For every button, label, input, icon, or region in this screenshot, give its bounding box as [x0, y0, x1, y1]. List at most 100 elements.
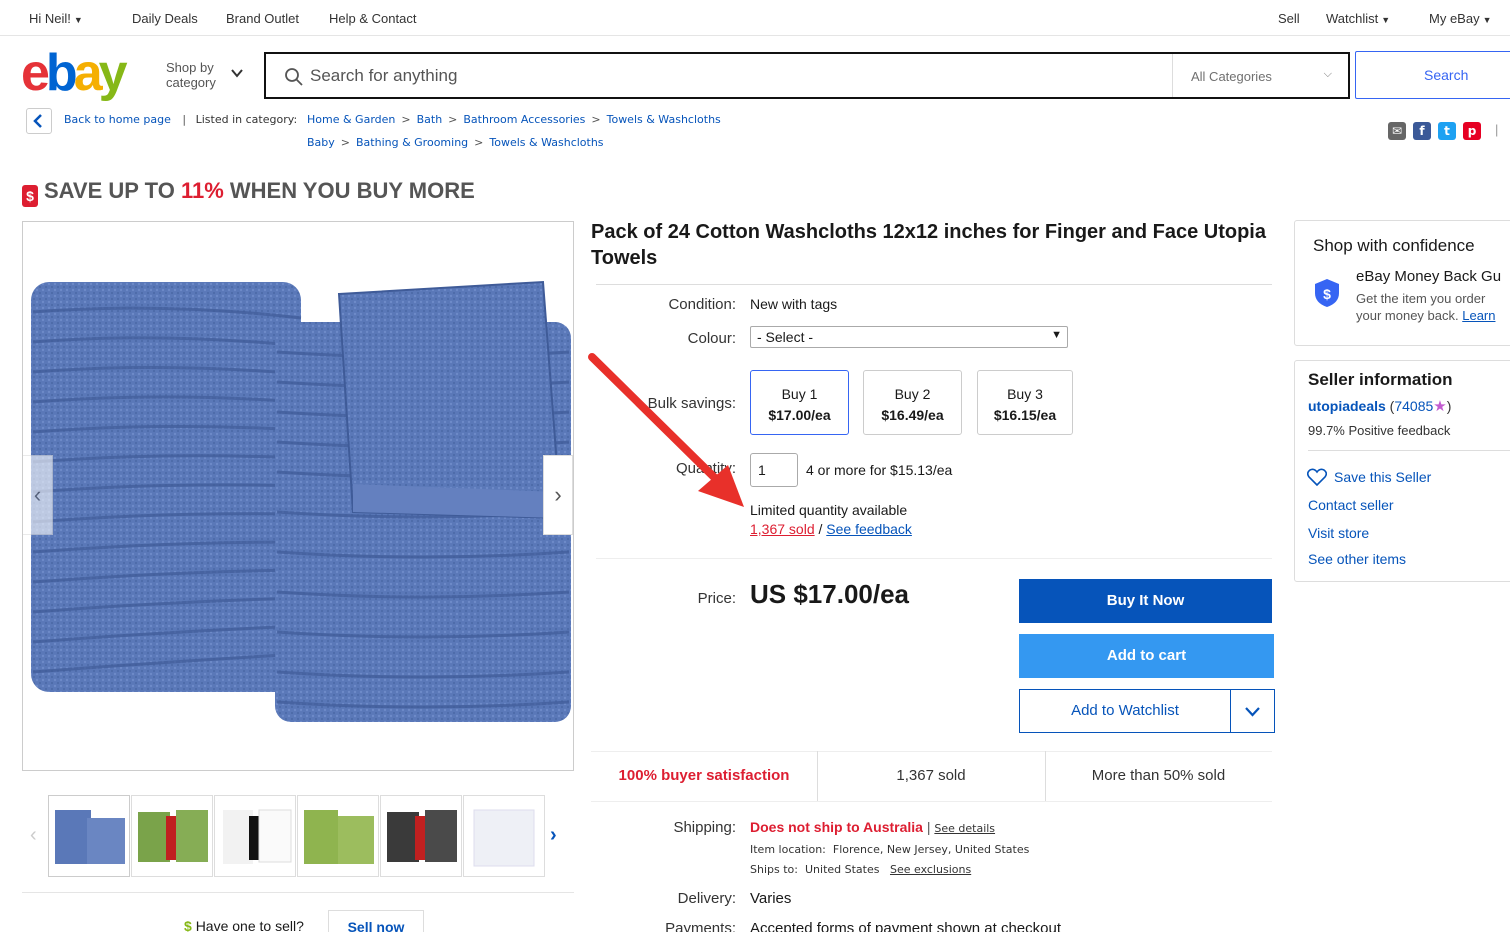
- thumbnail-4[interactable]: [297, 795, 379, 877]
- breadcrumb-link[interactable]: Bathing & Grooming: [356, 136, 468, 149]
- sell-link[interactable]: Sell: [1278, 11, 1300, 26]
- help-contact-link[interactable]: Help & Contact: [329, 11, 416, 26]
- condition-label: Condition:: [668, 296, 736, 313]
- thumbnail-prev-icon[interactable]: ‹: [30, 824, 37, 847]
- see-feedback-link[interactable]: See feedback: [826, 521, 912, 537]
- thumbnail-2[interactable]: [131, 795, 213, 877]
- visit-store-link[interactable]: Visit store: [1308, 525, 1369, 541]
- divider: [591, 751, 1272, 752]
- delivery-value: Varies: [750, 890, 792, 907]
- condition-value: New with tags: [750, 296, 838, 312]
- chevron-left-icon: ‹: [33, 482, 42, 507]
- search-button[interactable]: Search: [1355, 51, 1510, 99]
- thumbnail-5[interactable]: [380, 795, 462, 877]
- thumbnail-1[interactable]: [48, 795, 130, 877]
- price-label: Price:: [697, 590, 736, 607]
- save-seller-link[interactable]: Save this Seller: [1334, 469, 1431, 485]
- sold-feedback-line: 1,367 sold / See feedback: [750, 521, 912, 537]
- bulk-option-buy-3[interactable]: Buy 3 $16.15/ea: [977, 370, 1073, 435]
- breadcrumb-link[interactable]: Bathroom Accessories: [463, 113, 585, 126]
- see-exclusions-link[interactable]: See exclusions: [890, 863, 971, 876]
- chevron-right-icon: ›: [554, 482, 562, 507]
- svg-text:$: $: [1323, 286, 1331, 302]
- bulk-option-buy-2[interactable]: Buy 2 $16.49/ea: [863, 370, 962, 435]
- sold-link[interactable]: 1,367 sold: [750, 521, 815, 537]
- shipping-value: Does not ship to Australia | See details: [750, 819, 996, 835]
- sell-prompt: $ Have one to sell?: [184, 918, 304, 932]
- chevron-left-icon: [33, 114, 42, 128]
- contact-seller-link[interactable]: Contact seller: [1308, 497, 1394, 513]
- breadcrumb-link[interactable]: Towels & Washcloths: [607, 113, 721, 126]
- divider: |: [1495, 122, 1499, 137]
- shipping-label: Shipping:: [673, 819, 736, 836]
- shield-icon: $: [1315, 279, 1339, 307]
- ships-to: Ships to: United States See exclusions: [750, 863, 972, 876]
- breadcrumb-path-2: Baby > Bathing & Grooming > Towels & Washclo…: [307, 136, 604, 149]
- divider: [591, 801, 1272, 802]
- red-arrow-annotation: [588, 353, 744, 507]
- main-product-image[interactable]: ‹ ›: [22, 221, 574, 771]
- my-ebay-menu[interactable]: My eBay ▼: [1429, 11, 1492, 26]
- add-to-cart-button[interactable]: Add to cart: [1019, 634, 1274, 678]
- breadcrumb-link[interactable]: Towels & Washcloths: [489, 136, 603, 149]
- thumbnail-3[interactable]: [214, 795, 296, 877]
- thumbnail-6[interactable]: [463, 795, 545, 877]
- quantity-input[interactable]: 1: [750, 453, 798, 487]
- watchlist-dropdown-button[interactable]: [1230, 689, 1275, 733]
- back-home-link[interactable]: Back to home page: [64, 113, 171, 126]
- brand-outlet-link[interactable]: Brand Outlet: [226, 11, 299, 26]
- pinterest-icon[interactable]: p: [1463, 122, 1481, 140]
- category-select[interactable]: All Categories ⌵: [1172, 54, 1348, 97]
- dollar-icon: $: [184, 918, 192, 932]
- see-other-items-link[interactable]: See other items: [1308, 551, 1406, 567]
- breadcrumb-link[interactable]: Home & Garden: [307, 113, 395, 126]
- watchlist-menu[interactable]: Watchlist ▼: [1326, 11, 1390, 26]
- email-icon[interactable]: ✉: [1388, 122, 1406, 140]
- daily-deals-link[interactable]: Daily Deals: [132, 11, 198, 26]
- chevron-down-icon: ▼: [1482, 15, 1492, 25]
- chevron-down-icon: ▼: [1381, 15, 1391, 25]
- bulk-savings-label: Bulk savings:: [647, 395, 736, 412]
- shop-by-category[interactable]: Shop by category: [166, 60, 216, 90]
- payments-label: Payments:: [665, 920, 736, 932]
- divider: [22, 892, 574, 893]
- star-icon: ★: [1433, 398, 1447, 415]
- buy-it-now-button[interactable]: Buy It Now: [1019, 579, 1272, 623]
- sell-now-button[interactable]: Sell now: [328, 910, 424, 932]
- greeting-menu[interactable]: Hi Neil! ▼: [29, 11, 83, 26]
- see-details-link[interactable]: See details: [934, 822, 995, 835]
- previous-image-button[interactable]: ‹: [23, 455, 53, 535]
- shop-confidence-title: Shop with confidence: [1313, 236, 1475, 255]
- item-location: Item location: Florence, New Jersey, Uni…: [750, 843, 1030, 856]
- top-nav: Hi Neil! ▼ Daily Deals Brand Outlet Help …: [0, 0, 1510, 36]
- breadcrumb-path-1: Home & Garden > Bath > Bathroom Accessories >…: [307, 113, 721, 126]
- heart-icon[interactable]: [1307, 468, 1327, 486]
- colour-select[interactable]: - Select - ▼: [750, 326, 1068, 348]
- payments-value: Accepted forms of payment shown at check…: [750, 920, 1061, 932]
- facebook-icon[interactable]: f: [1413, 122, 1431, 140]
- breadcrumb-link[interactable]: Baby: [307, 136, 335, 149]
- divider: [1308, 450, 1510, 451]
- thumbnail-next-icon[interactable]: ›: [550, 824, 557, 847]
- divider: [596, 558, 1272, 559]
- seller-name-link[interactable]: utopiadeals: [1308, 398, 1386, 414]
- search-icon: [285, 68, 303, 86]
- chevron-down-icon: [1245, 707, 1260, 717]
- chevron-down-icon[interactable]: [230, 66, 244, 80]
- towel-stack-image: [31, 280, 571, 722]
- search-input[interactable]: [310, 63, 1160, 89]
- ebay-logo[interactable]: ebay: [21, 48, 151, 104]
- back-button[interactable]: [26, 108, 52, 134]
- bulk-option-buy-1[interactable]: Buy 1 $17.00/ea: [750, 370, 849, 435]
- divider: [596, 284, 1272, 285]
- positive-feedback: 99.7% Positive feedback: [1308, 423, 1451, 438]
- twitter-icon[interactable]: t: [1438, 122, 1456, 140]
- add-to-watchlist-button[interactable]: Add to Watchlist: [1019, 689, 1231, 733]
- breadcrumb-link[interactable]: Bath: [417, 113, 443, 126]
- price-value: US $17.00/ea: [750, 579, 910, 609]
- delivery-label: Delivery:: [677, 890, 736, 907]
- money-back-line-1: Get the item you order: [1356, 291, 1486, 306]
- learn-more-link[interactable]: Learn: [1462, 308, 1495, 323]
- seller-score-link[interactable]: 74085: [1394, 398, 1433, 414]
- next-image-button[interactable]: ›: [543, 455, 573, 535]
